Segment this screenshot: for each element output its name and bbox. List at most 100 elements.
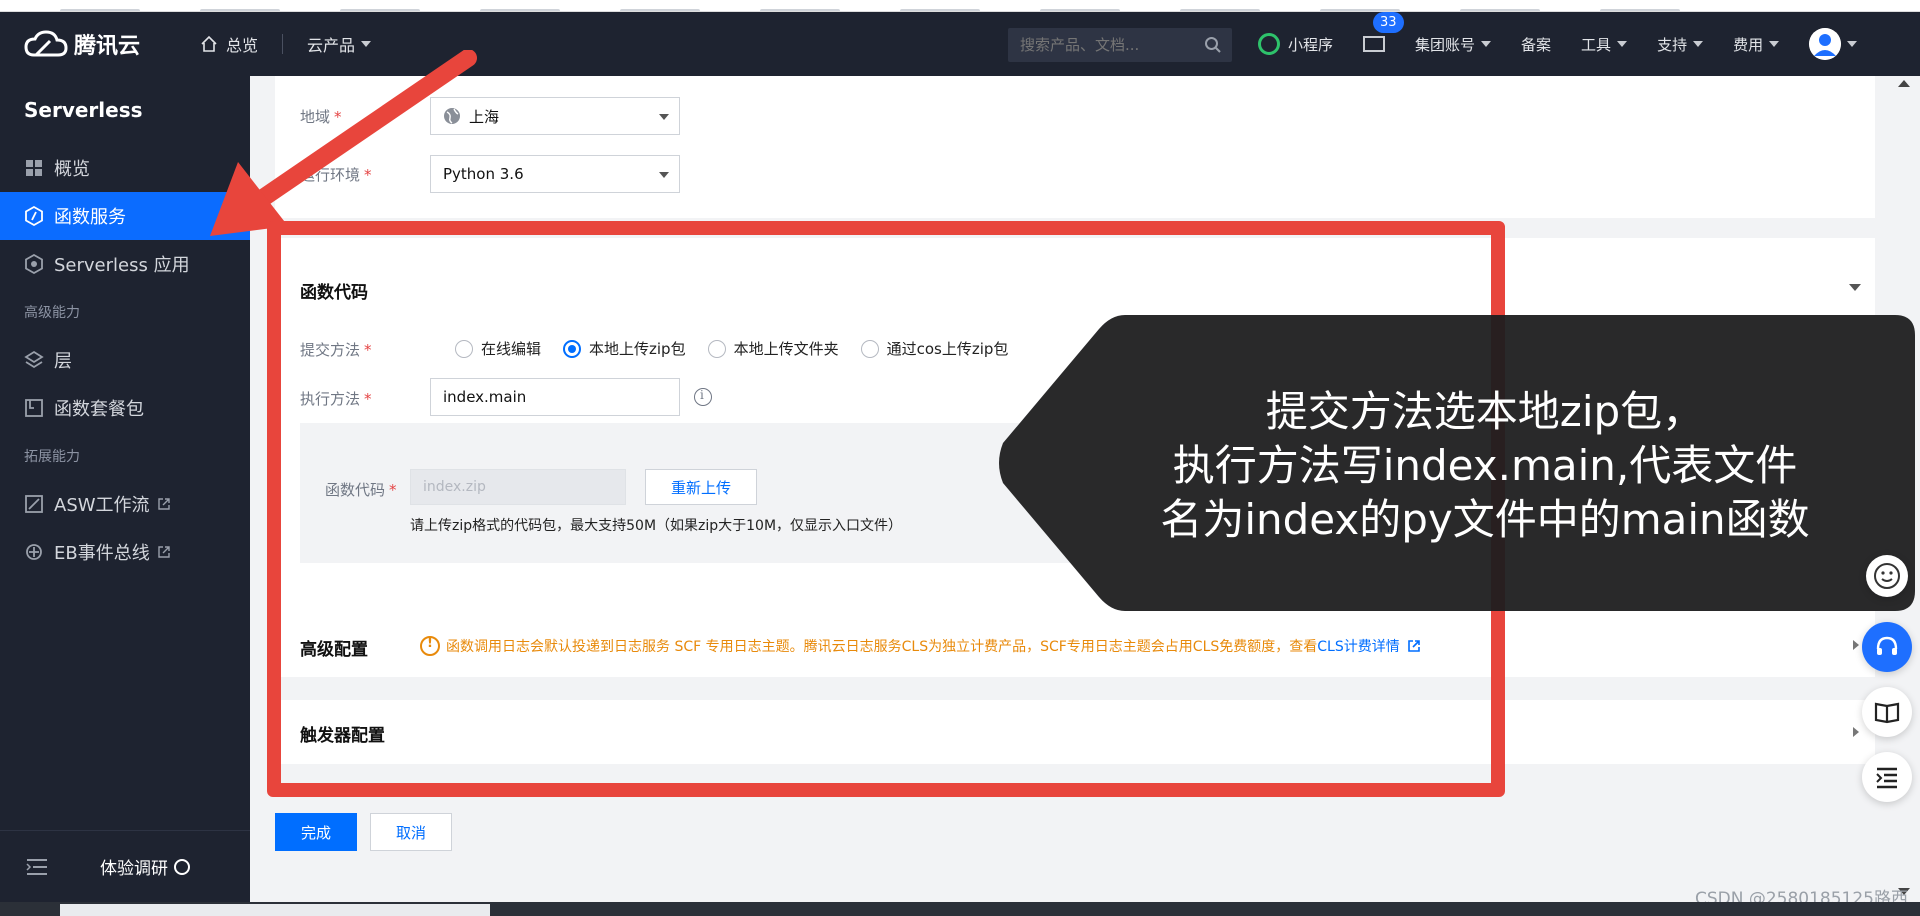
mini-program-link[interactable]: 小程序 bbox=[1258, 33, 1333, 55]
region-select[interactable]: 上海 bbox=[430, 97, 680, 135]
chevron-right-icon[interactable] bbox=[1853, 640, 1859, 650]
radio-label: 本地上传文件夹 bbox=[733, 340, 839, 358]
sidebar-footer: 体验调研 bbox=[0, 830, 250, 902]
sidebar-item-label: Serverless 应用 bbox=[54, 255, 190, 276]
feedback-button[interactable] bbox=[1866, 555, 1908, 597]
runtime-label-text: 运行环境 bbox=[300, 166, 361, 184]
required-mark: * bbox=[364, 390, 372, 408]
group-account-label: 集团账号 bbox=[1415, 35, 1476, 54]
sidebar-item-asw[interactable]: ASW工作流 bbox=[0, 480, 250, 528]
required-mark: * bbox=[364, 166, 372, 184]
arrow-circle-icon bbox=[174, 858, 190, 875]
external-link-icon[interactable] bbox=[1407, 640, 1420, 652]
annotation-line: 执行方法写index.main,代表文件 bbox=[1172, 441, 1798, 490]
nav-products-dropdown[interactable]: 云产品 bbox=[307, 32, 372, 56]
sidebar-item-label: 层 bbox=[54, 351, 72, 372]
advanced-warning-text: 函数调用日志会默认投递到日志服务 SCF 专用日志主题。腾讯云日志服务CLS为独… bbox=[446, 639, 1318, 655]
sidebar-item-functions[interactable]: 函数服务 bbox=[0, 192, 250, 240]
sidebar: Serverless 概览 函数服务 Serverless 应用 高级能力 层 … bbox=[0, 76, 250, 902]
runtime-label: 运行环境 * bbox=[300, 164, 372, 185]
warning-icon bbox=[420, 636, 440, 656]
group-account-dropdown[interactable]: 集团账号 bbox=[1415, 34, 1492, 55]
sidebar-item-package[interactable]: 函数套餐包 bbox=[0, 384, 250, 432]
handler-label-text: 执行方法 bbox=[300, 390, 361, 408]
radio-circle bbox=[860, 339, 879, 358]
code-package-placeholder: index.zip bbox=[423, 479, 486, 495]
function-icon bbox=[25, 206, 43, 226]
handler-value: index.main bbox=[443, 388, 527, 406]
chevron-right-icon[interactable] bbox=[1853, 727, 1859, 737]
code-package-input[interactable]: index.zip bbox=[410, 469, 626, 505]
done-button[interactable]: 完成 bbox=[275, 813, 357, 851]
top-right-menu: 小程序 33 集团账号 备案 工具 支持 费用 bbox=[1258, 12, 1887, 76]
chevron-down-icon[interactable] bbox=[1849, 284, 1861, 291]
home-icon bbox=[201, 35, 217, 52]
radio-circle-checked bbox=[563, 339, 582, 358]
chevron-down-icon bbox=[659, 114, 669, 120]
cancel-button[interactable]: 取消 bbox=[370, 813, 452, 851]
avatar bbox=[1809, 28, 1842, 60]
sidebar-item-layers[interactable]: 层 bbox=[0, 336, 250, 384]
runtime-select[interactable]: Python 3.6 bbox=[430, 155, 680, 193]
required-mark: * bbox=[364, 341, 372, 359]
handler-label: 执行方法 * bbox=[300, 388, 372, 409]
external-link-icon bbox=[158, 546, 170, 558]
sidebar-item-label: 函数套餐包 bbox=[54, 399, 144, 420]
radio-cos-zip[interactable]: 通过cos上传zip包 bbox=[860, 338, 1008, 359]
sidebar-item-overview[interactable]: 概览 bbox=[0, 144, 250, 192]
billing-dropdown[interactable]: 费用 bbox=[1733, 34, 1780, 55]
top-navigation: 腾讯云 总览 云产品 小程序 33 集团账号 备案 工具 bbox=[0, 12, 1920, 76]
mini-program-label: 小程序 bbox=[1288, 35, 1334, 54]
sidebar-item-eventbus[interactable]: EB事件总线 bbox=[0, 528, 250, 576]
radio-label: 本地上传zip包 bbox=[589, 340, 686, 358]
required-mark: * bbox=[389, 481, 397, 499]
globe-icon bbox=[444, 108, 460, 124]
sidebar-item-serverless-app[interactable]: Serverless 应用 bbox=[0, 240, 250, 288]
submit-method-label-text: 提交方法 bbox=[300, 341, 361, 359]
grid-icon bbox=[26, 160, 42, 176]
taskbar-search[interactable] bbox=[60, 904, 490, 916]
function-code-title: 函数代码 bbox=[300, 283, 368, 303]
mail-icon bbox=[1363, 36, 1386, 52]
scroll-up-arrow[interactable] bbox=[1898, 80, 1910, 87]
tools-dropdown[interactable]: 工具 bbox=[1581, 34, 1628, 55]
advanced-config-card[interactable]: 高级配置 函数调用日志会默认投递到日志服务 SCF 专用日志主题。腾讯云日志服务… bbox=[275, 614, 1875, 677]
nav-overview[interactable]: 总览 bbox=[200, 32, 258, 56]
reupload-button[interactable]: 重新上传 bbox=[645, 469, 757, 505]
brand-logo[interactable]: 腾讯云 bbox=[24, 28, 164, 60]
list-indent-icon bbox=[1876, 767, 1897, 789]
radio-local-zip[interactable]: 本地上传zip包 bbox=[563, 338, 686, 359]
chevron-down-icon bbox=[1769, 41, 1780, 47]
annotation-line: 名为index的py文件中的main函数 bbox=[1160, 495, 1810, 544]
support-dropdown[interactable]: 支持 bbox=[1657, 34, 1704, 55]
radio-online-edit[interactable]: 在线编辑 bbox=[455, 338, 541, 359]
search-input[interactable] bbox=[1020, 36, 1196, 54]
package-icon bbox=[25, 399, 43, 417]
docs-button[interactable] bbox=[1862, 687, 1912, 737]
brand-name: 腾讯云 bbox=[74, 34, 141, 59]
workflow-icon bbox=[25, 495, 43, 513]
chevron-down-icon bbox=[361, 41, 372, 47]
search-icon[interactable] bbox=[1204, 36, 1222, 54]
sidebar-section-extend: 拓展能力 bbox=[24, 449, 80, 465]
beian-label: 备案 bbox=[1521, 35, 1552, 54]
customer-service-button[interactable] bbox=[1862, 622, 1912, 672]
runtime-value: Python 3.6 bbox=[443, 165, 524, 183]
collapse-menu-icon[interactable] bbox=[26, 858, 48, 876]
mail-button[interactable]: 33 bbox=[1363, 12, 1404, 52]
survey-link[interactable]: 体验调研 bbox=[100, 854, 190, 879]
handler-input[interactable]: index.main bbox=[430, 378, 680, 416]
sidebar-item-label: 概览 bbox=[54, 159, 90, 180]
user-avatar-dropdown[interactable] bbox=[1809, 28, 1858, 60]
mail-count-badge: 33 bbox=[1373, 12, 1404, 33]
eventbus-icon bbox=[26, 544, 42, 560]
beian-link[interactable]: 备案 bbox=[1521, 34, 1551, 55]
headset-icon bbox=[1876, 636, 1898, 655]
radio-local-folder[interactable]: 本地上传文件夹 bbox=[707, 338, 839, 359]
toc-button[interactable] bbox=[1862, 752, 1912, 802]
book-icon bbox=[1874, 702, 1900, 724]
info-icon[interactable] bbox=[694, 388, 712, 406]
search-box[interactable] bbox=[1008, 28, 1232, 62]
trigger-config-card[interactable]: 触发器配置 bbox=[275, 700, 1875, 764]
cls-billing-link[interactable]: CLS计费详情 bbox=[1317, 636, 1399, 656]
